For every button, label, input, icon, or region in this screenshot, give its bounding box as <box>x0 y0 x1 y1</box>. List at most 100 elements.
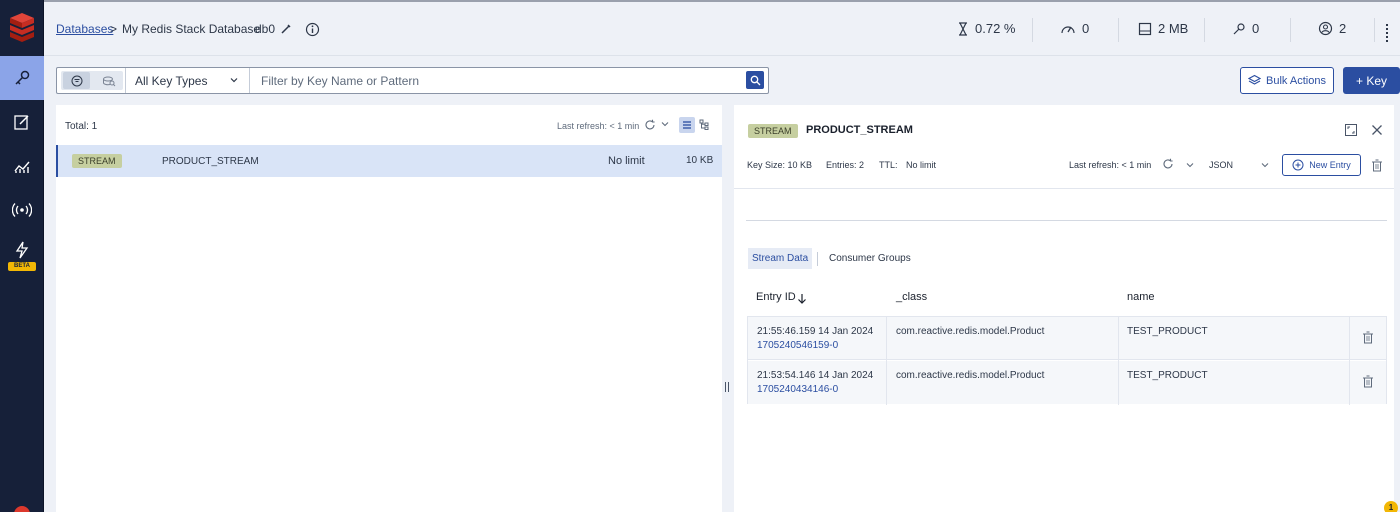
db-index: db0 <box>255 22 276 36</box>
plus-circle-icon <box>1292 159 1304 171</box>
sort-arrow-down-icon[interactable] <box>797 293 807 304</box>
ttl-label: TTL: <box>879 160 898 170</box>
tab-consumer-groups[interactable]: Consumer Groups <box>825 248 915 269</box>
cpu-icon <box>959 21 967 36</box>
entry-id: 1705240434146-0 <box>757 384 839 395</box>
delete-entry-icon[interactable] <box>1362 331 1374 344</box>
panel-resize-handle[interactable] <box>724 382 730 394</box>
analytics-icon <box>14 161 30 173</box>
entry-name: TEST_PRODUCT <box>1127 326 1208 337</box>
stat-ops-value: 0 <box>1082 21 1090 36</box>
detail-type-badge: STREAM <box>748 124 798 138</box>
breadcrumb-database-name: My Redis Stack Database <box>122 22 261 36</box>
stat-divider <box>1374 18 1375 42</box>
beta-badge: BETA <box>8 262 36 271</box>
fullscreen-icon[interactable] <box>1344 123 1358 137</box>
key-search-input[interactable]: Filter by Key Name or Pattern <box>261 74 419 88</box>
stat-memory-value: 2 MB <box>1158 21 1189 36</box>
chevron-down-icon[interactable] <box>1185 160 1195 170</box>
tab-stream-data[interactable]: Stream Data <box>748 248 813 269</box>
new-entry-label: New Entry <box>1309 160 1351 170</box>
search-mode-toggle <box>61 71 123 90</box>
entry-class: com.reactive.redis.model.Product <box>896 326 1045 337</box>
table-row: 21:55:46.159 14 Jan 2024 1705240546159-0… <box>748 317 1386 360</box>
list-view-button[interactable] <box>679 117 695 133</box>
format-select[interactable]: JSON <box>1209 160 1233 170</box>
stat-ops: 0 <box>1060 21 1089 36</box>
table-row: 21:53:54.146 14 Jan 2024 1705240434146-0… <box>748 361 1386 404</box>
sidebar-item-pubsub[interactable] <box>0 188 44 232</box>
last-refresh: Last refresh: < 1 min <box>557 121 640 131</box>
memory-icon <box>1138 22 1152 35</box>
keys-total: Total: 1 <box>65 121 98 132</box>
edit-icon <box>14 115 29 130</box>
search-button[interactable] <box>746 71 764 89</box>
detail-key-name: PRODUCT_STREAM <box>806 124 913 136</box>
top-bar: Databases > My Redis Stack Database db0 … <box>44 0 1400 56</box>
search-index-icon <box>102 76 115 86</box>
search-icon <box>750 75 760 85</box>
delete-entry-icon[interactable] <box>1362 375 1374 388</box>
layers-icon <box>1248 74 1262 85</box>
tab-divider <box>817 252 818 266</box>
stat-divider <box>1204 18 1205 42</box>
chevron-down-icon[interactable] <box>229 75 239 85</box>
stream-entries-table: 21:55:46.159 14 Jan 2024 1705240546159-0… <box>747 316 1387 405</box>
stat-divider <box>1118 18 1119 42</box>
key-stat-icon <box>1233 22 1245 34</box>
entries-info: Entries: 2 <box>826 160 865 170</box>
stat-divider <box>1290 18 1291 42</box>
key-details-panel: STREAM PRODUCT_STREAM Key Size: 10 KB En… <box>734 105 1394 512</box>
tree-view-icon[interactable] <box>699 119 710 130</box>
key-icon <box>15 70 30 85</box>
redisearch-mode-button[interactable] <box>95 72 122 89</box>
chevron-down-icon[interactable] <box>1260 160 1270 170</box>
stat-cpu: 0.72 % <box>957 21 1015 36</box>
entry-id: 1705240546159-0 <box>757 340 839 351</box>
sidebar-item-triggers[interactable] <box>0 238 44 262</box>
ttl-value[interactable]: No limit <box>906 160 936 170</box>
list-icon <box>683 121 691 129</box>
entry-class: com.reactive.redis.model.Product <box>896 370 1045 381</box>
new-entry-button[interactable]: New Entry <box>1282 154 1361 176</box>
refresh-icon[interactable] <box>1162 158 1174 170</box>
stat-cpu-value: 0.72 % <box>975 21 1016 36</box>
column-entry-id[interactable]: Entry ID <box>756 291 796 303</box>
column-divider <box>1349 317 1350 405</box>
add-key-button[interactable]: + Key <box>1343 67 1400 94</box>
refresh-icon[interactable] <box>644 119 656 131</box>
more-options-icon[interactable] <box>1386 24 1388 42</box>
key-type-badge: STREAM <box>72 154 122 168</box>
gauge-icon <box>1061 25 1075 33</box>
redis-logo-icon[interactable] <box>6 10 38 46</box>
detail-last-refresh: Last refresh: < 1 min <box>1069 160 1152 170</box>
key-row[interactable]: STREAM PRODUCT_STREAM No limit 10 KB <box>56 145 722 177</box>
entry-timestamp: 21:55:46.159 14 Jan 2024 <box>757 326 874 337</box>
edit-db-icon[interactable] <box>280 23 292 35</box>
info-icon[interactable] <box>305 22 320 37</box>
key-list-panel: Total: 1 Last refresh: < 1 min STREAM PR… <box>56 105 722 512</box>
sidebar-item-workbench[interactable] <box>0 100 44 144</box>
sidebar-item-analysis[interactable] <box>0 144 44 188</box>
delete-key-icon[interactable] <box>1371 159 1383 172</box>
breadcrumb-databases-link[interactable]: Databases <box>56 22 113 36</box>
breadcrumb-separator: > <box>110 22 118 36</box>
broadcast-icon <box>12 203 32 217</box>
bulk-actions-button[interactable]: Bulk Actions <box>1240 67 1334 94</box>
close-icon[interactable] <box>1371 124 1383 136</box>
chevron-down-icon[interactable] <box>660 119 670 129</box>
sidebar-item-browser[interactable] <box>0 56 44 100</box>
stat-memory: 2 MB <box>1138 21 1188 36</box>
column-class: _class <box>896 291 928 303</box>
filter-mode-button[interactable] <box>63 72 90 89</box>
details-divider <box>746 220 1387 221</box>
key-type-select[interactable]: All Key Types <box>135 74 207 88</box>
stat-clients: 2 <box>1318 21 1346 36</box>
column-divider <box>886 317 887 405</box>
filter-icon <box>71 75 82 86</box>
key-name: PRODUCT_STREAM <box>162 156 259 167</box>
redis-bottom-icon[interactable] <box>14 506 30 512</box>
notification-badge[interactable]: 1 <box>1384 501 1398 512</box>
filter-divider <box>125 68 126 93</box>
entry-name: TEST_PRODUCT <box>1127 370 1208 381</box>
